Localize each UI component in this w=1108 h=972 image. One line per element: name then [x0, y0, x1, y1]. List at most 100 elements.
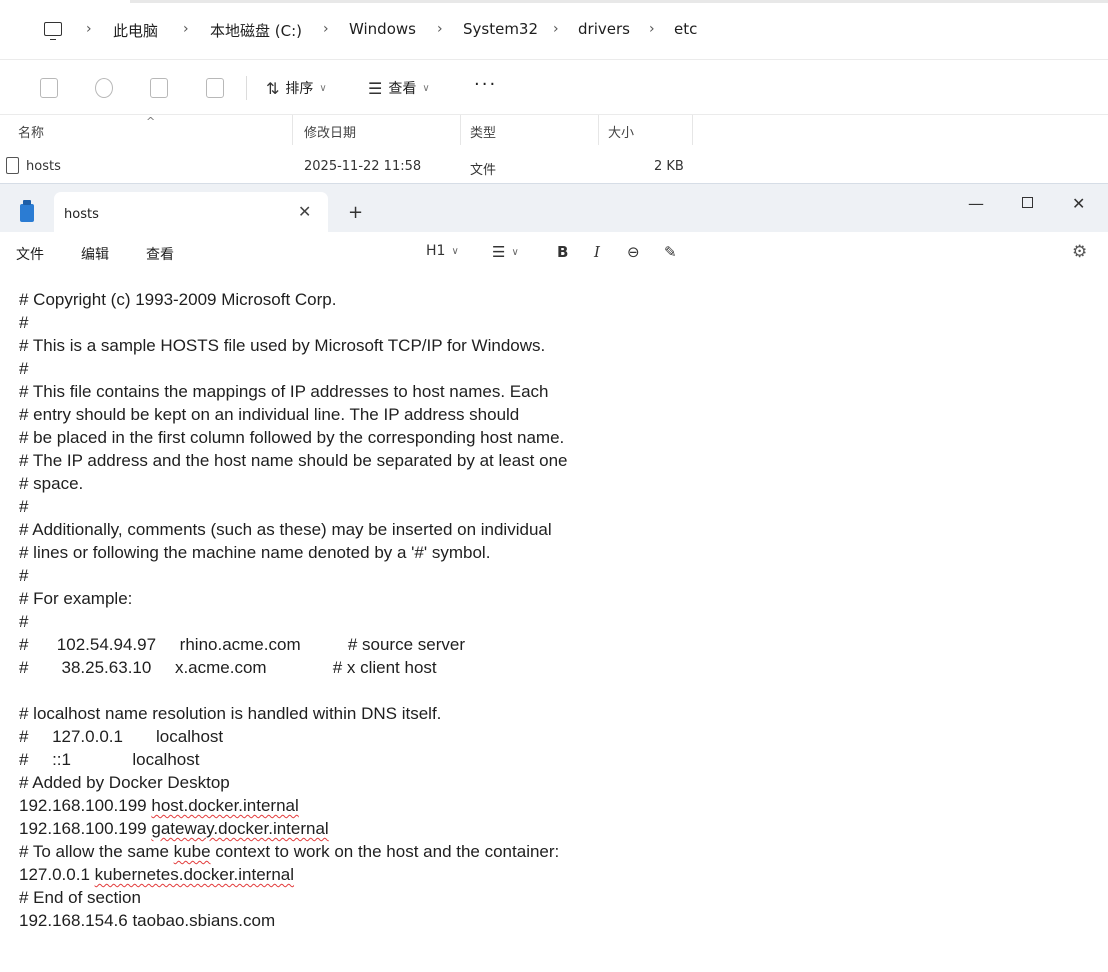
column-divider[interactable] [292, 115, 293, 145]
view-button[interactable]: ☰ 查看 ∨ [368, 78, 430, 98]
spellcheck-underline: kubernetes.docker.internal [94, 865, 295, 884]
rename-icon[interactable] [95, 78, 113, 98]
file-name: hosts [26, 159, 61, 174]
text-line: # To allow the same kube context to work… [19, 842, 560, 861]
maximize-button[interactable] [1022, 197, 1033, 208]
text-line: # End of section [19, 888, 141, 907]
breadcrumb-item-etc[interactable]: etc [674, 20, 697, 38]
text-line: 192.168.100.199 gateway.docker.internal [19, 819, 329, 838]
editor-text-area[interactable]: # Copyright (c) 1993-2009 Microsoft Corp… [0, 290, 1108, 972]
more-options-button[interactable]: ··· [474, 74, 497, 95]
delete-icon[interactable] [206, 78, 224, 98]
text-line: # 127.0.0.1 localhost [19, 727, 224, 746]
chevron-up-icon: ^ [146, 115, 156, 128]
text-line: # Copyright (c) 1993-2009 Microsoft Corp… [19, 290, 337, 309]
column-size[interactable]: 大小 [608, 122, 634, 141]
text-line: # [19, 497, 29, 516]
minimize-button[interactable]: — [968, 194, 984, 213]
breadcrumb-item-drivers[interactable]: drivers [578, 20, 630, 38]
text-line: # entry should be kept on an individual … [19, 405, 520, 424]
spellcheck-underline: kube [173, 842, 211, 861]
text-line: # [19, 313, 29, 332]
list-icon: ☰ [492, 243, 506, 261]
window-edge [130, 0, 1108, 3]
close-window-button[interactable]: ✕ [1072, 194, 1085, 213]
spellcheck-underline: gateway.docker.internal [151, 819, 329, 838]
spellcheck-underline: host.docker.internal [151, 796, 299, 815]
chevron-right-icon[interactable]: › [437, 21, 443, 37]
text-line: # [19, 566, 29, 585]
chevron-right-icon[interactable]: › [183, 21, 189, 37]
chevron-down-icon: ∨ [511, 246, 519, 258]
new-tab-button[interactable]: + [348, 202, 363, 223]
column-divider[interactable] [598, 115, 599, 145]
column-modified[interactable]: 修改日期 [304, 122, 356, 141]
file-icon [6, 157, 19, 174]
table-row[interactable]: hosts 2025-11-22 11:58 文件 2 KB [0, 150, 1108, 182]
column-header-row: ^ 名称 修改日期 类型 大小 [0, 115, 1108, 147]
sort-label: 排序 [285, 81, 314, 97]
text-line: # localhost name resolution is handled w… [19, 704, 442, 723]
chevron-down-icon: ∨ [422, 82, 430, 94]
file-modified: 2025-11-22 11:58 [304, 159, 422, 174]
breadcrumb-item-windows[interactable]: Windows [349, 20, 416, 38]
file-type: 文件 [470, 163, 497, 178]
sort-button[interactable]: ⇅ 排序 ∨ [266, 78, 327, 98]
text-line: # 38.25.63.10 x.acme.com # x client host [19, 658, 437, 677]
text-line: # This file contains the mappings of IP … [19, 382, 549, 401]
column-divider[interactable] [692, 115, 693, 145]
copy-icon[interactable] [40, 78, 58, 98]
text-line: # For example: [19, 589, 133, 608]
link-icon[interactable]: ⊖ [627, 243, 640, 261]
text-line: 192.168.154.6 taobao.sbians.com [19, 911, 276, 930]
tab-strip: hosts ✕ + — ✕ [0, 184, 1108, 232]
bold-button[interactable]: B [557, 243, 568, 261]
text-line: # ::1 localhost [19, 750, 200, 769]
notepad-app-icon [20, 200, 34, 222]
toolbar-divider [246, 76, 247, 100]
heading-dropdown[interactable]: H1 ∨ [426, 243, 459, 259]
text-line: # [19, 612, 29, 631]
column-name[interactable]: 名称 [18, 122, 44, 141]
heading-label: H1 [426, 243, 446, 259]
text-line: 127.0.0.1 kubernetes.docker.internal [19, 865, 295, 884]
menu-edit[interactable]: 编辑 [81, 244, 109, 264]
clear-formatting-icon[interactable]: ✎ [664, 243, 677, 261]
monitor-icon[interactable] [44, 22, 62, 40]
text-line: # The IP address and the host name shoul… [19, 451, 568, 470]
column-type[interactable]: 类型 [470, 122, 496, 141]
column-divider[interactable] [460, 115, 461, 145]
chevron-down-icon: ∨ [451, 245, 459, 257]
chevron-right-icon[interactable]: › [323, 21, 329, 37]
breadcrumb-item-local-disk[interactable]: 本地磁盘 (C:) [210, 20, 302, 41]
tab-title: hosts [64, 207, 99, 222]
close-tab-icon[interactable]: ✕ [298, 202, 311, 221]
list-dropdown[interactable]: ☰ ∨ [492, 243, 519, 261]
sort-icon: ⇅ [266, 78, 280, 98]
menu-file[interactable]: 文件 [16, 244, 44, 264]
tab-hosts[interactable]: hosts ✕ [54, 192, 328, 232]
chevron-down-icon: ∨ [319, 82, 327, 94]
breadcrumb-item-this-pc[interactable]: 此电脑 [113, 20, 158, 41]
text-line: # 102.54.94.97 rhino.acme.com # source s… [19, 635, 465, 654]
text-line: # be placed in the first column followed… [19, 428, 565, 447]
menu-bar: 文件 编辑 查看 H1 ∨ ☰ ∨ B I ⊖ ✎ ⚙ [0, 232, 1108, 272]
text-line: # Additionally, comments (such as these)… [19, 520, 552, 539]
file-size: 2 KB [654, 159, 684, 174]
notepad-window: hosts ✕ + — ✕ 文件 编辑 查看 H1 ∨ ☰ ∨ B I ⊖ ✎ … [0, 183, 1108, 972]
chevron-right-icon[interactable]: › [86, 21, 92, 37]
menu-view[interactable]: 查看 [146, 244, 174, 264]
text-line: 192.168.100.199 host.docker.internal [19, 796, 299, 815]
text-line: # space. [19, 474, 84, 493]
view-label: 查看 [388, 81, 417, 97]
italic-button[interactable]: I [594, 243, 600, 261]
chevron-right-icon[interactable]: › [649, 21, 655, 37]
view-icon: ☰ [368, 78, 383, 98]
breadcrumb-item-system32[interactable]: System32 [463, 20, 538, 38]
text-line: # lines or following the machine name de… [19, 543, 491, 562]
text-line: # Added by Docker Desktop [19, 773, 230, 792]
chevron-right-icon[interactable]: › [553, 21, 559, 37]
gear-icon[interactable]: ⚙ [1072, 242, 1087, 262]
share-icon[interactable] [150, 78, 168, 98]
breadcrumb: › 此电脑 › 本地磁盘 (C:) › Windows › System32 ›… [0, 0, 1108, 60]
